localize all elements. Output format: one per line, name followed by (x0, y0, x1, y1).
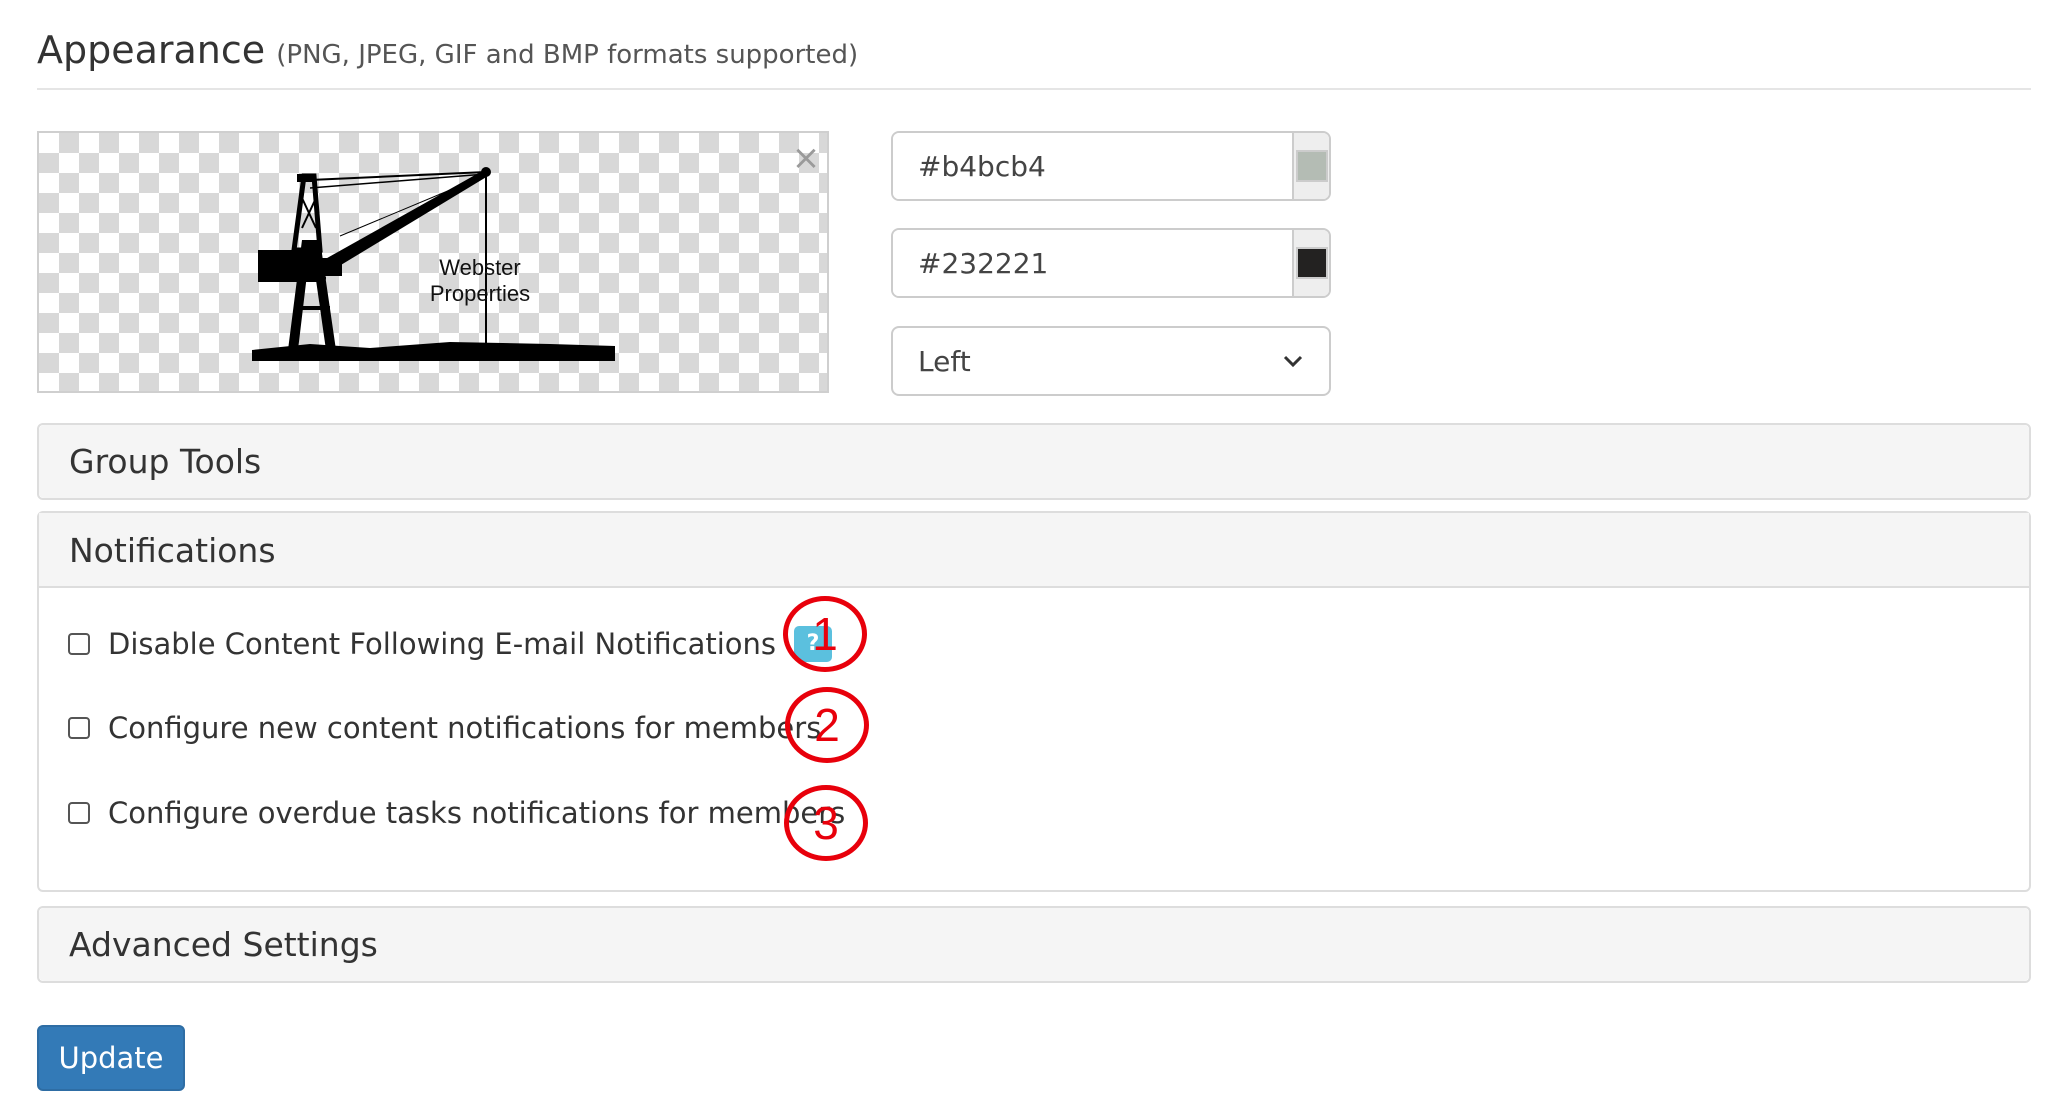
header-divider (37, 88, 2031, 90)
notification-option-1: Disable Content Following E-mail Notific… (68, 624, 833, 664)
new-content-notifications-checkbox[interactable] (68, 717, 90, 739)
notification-option-3: Configure overdue tasks notifications fo… (68, 793, 845, 833)
advanced-settings-panel: Advanced Settings (37, 906, 2031, 983)
group-tools-panel: Group Tools (37, 423, 2031, 500)
notification-option-2: Configure new content notifications for … (68, 708, 821, 748)
secondary-color-swatch (1295, 247, 1328, 279)
primary-color-swatch (1295, 150, 1328, 182)
disable-following-emails-checkbox[interactable] (68, 633, 90, 655)
notifications-panel: Notifications (37, 511, 2031, 892)
logo-text-line2: Properties (429, 281, 531, 306)
logo-alignment-select[interactable]: Left (891, 326, 1331, 396)
appearance-header: Appearance (PNG, JPEG, GIF and BMP forma… (37, 26, 858, 74)
logo-text-line1: Webster (439, 255, 521, 280)
option-label: Configure overdue tasks notifications fo… (108, 796, 846, 830)
secondary-color-input[interactable] (893, 230, 1292, 296)
advanced-settings-heading[interactable]: Advanced Settings (39, 908, 2029, 981)
callout-2: 2 (785, 687, 869, 763)
alignment-selected-value: Left (918, 344, 971, 378)
callout-3: 3 (784, 785, 868, 861)
close-icon[interactable]: × (790, 141, 822, 175)
primary-color-input[interactable] (893, 133, 1292, 199)
primary-color-swatch-button[interactable] (1292, 133, 1329, 199)
update-button[interactable]: Update (37, 1025, 185, 1091)
callout-1: 1 (783, 596, 867, 672)
group-tools-heading[interactable]: Group Tools (39, 425, 2029, 498)
notifications-heading[interactable]: Notifications (39, 513, 2029, 588)
secondary-color-picker (891, 228, 1331, 298)
option-label: Configure new content notifications for … (108, 711, 822, 745)
primary-color-picker (891, 131, 1331, 201)
appearance-formats-note: (PNG, JPEG, GIF and BMP formats supporte… (276, 40, 859, 70)
overdue-tasks-notifications-checkbox[interactable] (68, 802, 90, 824)
chevron-down-icon (1283, 355, 1303, 368)
appearance-title: Appearance (37, 28, 266, 72)
secondary-color-swatch-button[interactable] (1292, 230, 1329, 296)
option-label: Disable Content Following E-mail Notific… (108, 627, 777, 661)
